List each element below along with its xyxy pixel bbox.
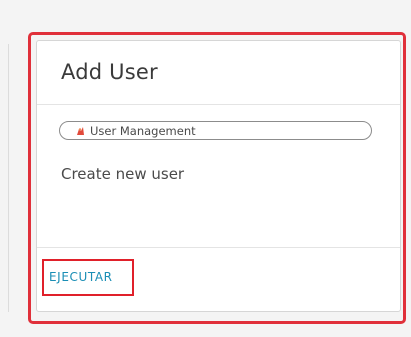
footer-divider [37,247,400,248]
add-user-card: Add User User Management Create new user… [36,40,401,312]
card-description: Create new user [61,165,185,183]
tag-label: User Management [90,123,196,138]
execute-button[interactable]: EJECUTAR [49,270,113,284]
screen: Add User User Management Create new user… [0,0,411,337]
user-management-icon [74,125,86,137]
left-panel-divider [8,44,9,312]
title-divider [37,104,400,105]
tag-badge: User Management [59,121,372,140]
card-title: Add User [61,60,158,84]
